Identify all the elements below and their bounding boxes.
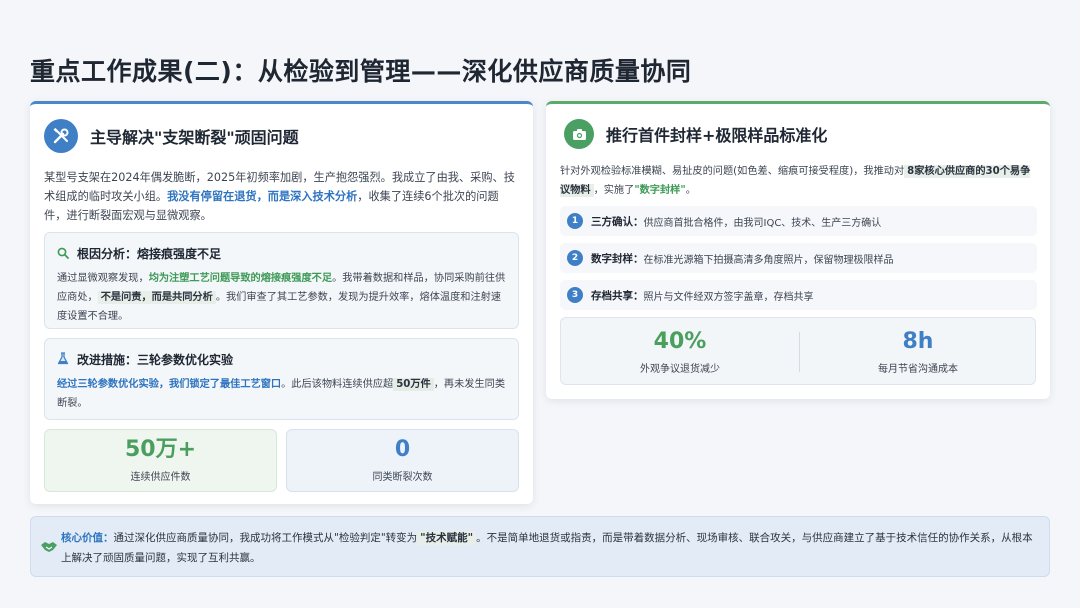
result-stats-panel: 40% 外观争议退货减少 8h 每月节省沟通成本: [560, 317, 1036, 385]
step-label: 存档共享：: [591, 289, 644, 302]
step-label: 数字封样：: [591, 252, 644, 265]
step-number: 1: [567, 213, 583, 229]
step-item: 3 存档共享： 照片与文件经双方签字盖章，存档共享: [560, 280, 1037, 310]
step-text: 在标准光源箱下拍摄高清多角度照片，保留物理极限样品: [643, 254, 894, 266]
wrench-screwdriver-icon: [44, 119, 78, 153]
root-cause-text: 通过显微观察发现，均为注塑工艺问题导致的熔接痕强度不足。我带着数据和样品，协同采…: [57, 273, 506, 322]
card-header: 主导解决"支架断裂"顽固问题: [44, 119, 299, 153]
sample-standardization-card: 推行首件封样+极限样品标准化 针对外观检验标准模糊、易扯皮的问题(如色差、缩痕可…: [546, 101, 1050, 399]
card-title: 推行首件封样+极限样品标准化: [606, 126, 828, 145]
search-icon: [57, 244, 69, 263]
step-label: 三方确认：: [591, 215, 644, 228]
improvement-text: 经过三轮参数优化实验，我们锁定了最佳工艺窗口。此后该物料连续供应超 50万件 ，再未…: [57, 378, 506, 409]
stat-value: 50万+: [124, 437, 197, 462]
step-number: 2: [567, 250, 583, 266]
step-text: 照片与文件经双方签字盖章，存档共享: [643, 291, 814, 303]
page-title: 重点工作成果(二)：从检验到管理——深化供应商质量协同: [30, 57, 692, 86]
stat-dispute-reduction: 40% 外观争议退货减少: [561, 318, 799, 375]
card-title: 主导解决"支架断裂"顽固问题: [90, 128, 299, 147]
flask-icon: [57, 350, 69, 369]
stat-value: 0: [394, 437, 411, 462]
step-item: 1 三方确认： 供应商首批合格件，由我司IQC、技术、生产三方确认: [560, 206, 1037, 236]
stat-supply-count: 50万+ 连续供应件数: [44, 429, 277, 492]
root-cause-box: 根因分析：熔接痕强度不足 通过显微观察发现，均为注塑工艺问题导致的熔接痕强度不足…: [44, 232, 519, 329]
step-text: 供应商首批合格件，由我司IQC、技术、生产三方确认: [643, 217, 882, 229]
stat-label: 同类断裂次数: [372, 472, 433, 483]
card-header: 推行首件封样+极限样品标准化: [564, 119, 827, 149]
core-value-text: 核心价值：通过深化供应商质量协同，我成功将工作模式从"检验判定"转变为 "技术赋能…: [61, 531, 1033, 564]
stat-label: 外观争议退货减少: [640, 364, 720, 375]
step-item: 2 数字封样： 在标准光源箱下拍摄高清多角度照片，保留物理极限样品: [560, 243, 1037, 273]
stat-value: 8h: [902, 329, 934, 354]
root-cause-title: 根因分析：熔接痕强度不足: [77, 247, 222, 261]
core-value-banner: 核心价值：通过深化供应商质量协同，我成功将工作模式从"检验判定"转变为 "技术赋能…: [30, 516, 1050, 577]
improvement-title: 改进措施：三轮参数优化实验: [77, 353, 234, 367]
stat-value: 40%: [653, 329, 707, 354]
support-fracture-card: 主导解决"支架断裂"顽固问题 某型号支架在2024年偶发脆断，2025年初频率加…: [30, 101, 533, 504]
improvement-box: 改进措施：三轮参数优化实验 经过三轮参数优化实验，我们锁定了最佳工艺窗口。此后该…: [44, 338, 519, 420]
intro-paragraph: 针对外观检验标准模糊、易扯皮的问题(如色差、缩痕可接受程度)，我推动对 8家核心供…: [560, 165, 1031, 197]
stat-label: 连续供应件数: [130, 472, 191, 483]
step-number: 3: [567, 287, 583, 303]
intro-paragraph: 某型号支架在2024年偶发脆断，2025年初频率加剧，生产抱怨强烈。我成立了由我…: [44, 171, 515, 222]
stat-label: 每月节省沟通成本: [878, 364, 958, 375]
camera-icon: [564, 119, 594, 149]
handshake-icon: [40, 539, 58, 558]
stat-time-saved: 8h 每月节省沟通成本: [799, 318, 1037, 375]
stat-fracture-count: 0 同类断裂次数: [286, 429, 519, 492]
